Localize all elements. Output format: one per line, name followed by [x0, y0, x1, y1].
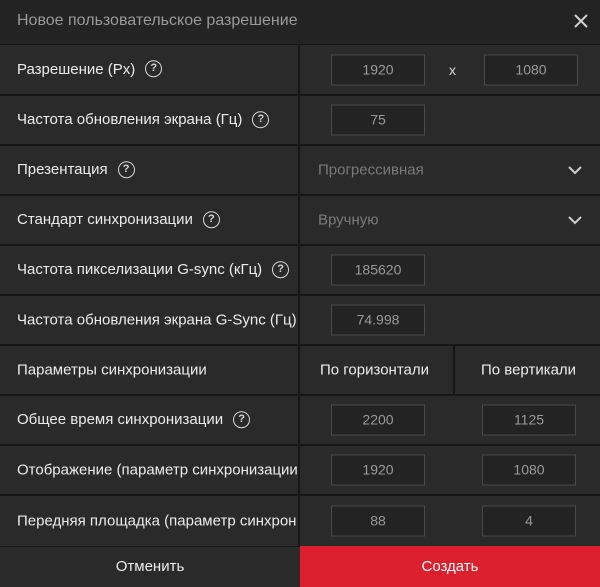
presentation-row: Презентация? Прогрессивная [0, 146, 600, 196]
timing-params-header-row: Параметры синхронизации По горизонтали П… [0, 346, 600, 396]
front-porch-row: Передняя площадка (параметр синхрон 88 4 [0, 496, 600, 546]
timing-standard-value: Вручную [318, 211, 379, 229]
gsync-pixel-clock-input[interactable]: 185620 [331, 254, 425, 286]
custom-resolution-dialog: Новое пользовательское разрешение Разреш… [0, 0, 600, 587]
help-icon[interactable]: ? [117, 160, 135, 178]
dialog-footer: Отменить Создать [0, 546, 600, 587]
gsync-pixel-clock-label: Частота пикселизации G-sync (кГц) [17, 261, 263, 279]
close-icon[interactable] [570, 10, 592, 32]
resolution-row: Разрешение (Px)? 1920 x 1080 [0, 45, 600, 96]
display-vertical-input[interactable]: 1080 [482, 454, 576, 486]
total-timing-vertical-input[interactable]: 1125 [482, 404, 576, 436]
timing-standard-select[interactable]: Вручную [300, 196, 600, 244]
resolution-width-input[interactable]: 1920 [331, 54, 425, 85]
presentation-label: Презентация [17, 161, 108, 179]
help-icon[interactable]: ? [233, 410, 251, 428]
vertical-column-header: По вертикали [481, 361, 577, 379]
cancel-button[interactable]: Отменить [0, 546, 300, 587]
timing-standard-row: Стандарт синхронизации? Вручную [0, 196, 600, 246]
column-divider [453, 346, 455, 394]
help-icon[interactable]: ? [202, 210, 220, 228]
help-icon[interactable]: ? [145, 60, 163, 78]
chevron-down-icon [568, 216, 582, 225]
display-row: Отображение (параметр синхронизации 1920… [0, 446, 600, 496]
total-timing-horizontal-input[interactable]: 2200 [331, 404, 425, 436]
front-porch-horizontal-input[interactable]: 88 [331, 505, 425, 537]
title-bar: Новое пользовательское разрешение [0, 0, 600, 45]
resolution-separator: x [449, 61, 456, 78]
presentation-value: Прогрессивная [318, 161, 424, 179]
help-icon[interactable]: ? [252, 110, 270, 128]
gsync-refresh-rate-input[interactable]: 74.998 [331, 304, 425, 336]
front-porch-vertical-input[interactable]: 4 [482, 505, 576, 537]
help-icon[interactable]: ? [272, 260, 290, 278]
horizontal-column-header: По горизонтали [320, 361, 430, 379]
chevron-down-icon [568, 166, 582, 175]
display-horizontal-input[interactable]: 1920 [331, 454, 425, 486]
refresh-rate-input[interactable]: 75 [331, 104, 425, 136]
timing-params-label: Параметры синхронизации [17, 361, 207, 379]
timing-standard-label: Стандарт синхронизации [17, 211, 193, 229]
total-timing-label: Общее время синхронизации [17, 411, 224, 429]
resolution-height-input[interactable]: 1080 [484, 54, 578, 85]
refresh-rate-row: Частота обновления экрана (Гц)? 75 [0, 96, 600, 146]
dialog-title: Новое пользовательское разрешение [17, 12, 298, 29]
resolution-label: Разрешение (Px) [17, 60, 136, 78]
presentation-select[interactable]: Прогрессивная [300, 146, 600, 194]
front-porch-label: Передняя площадка (параметр синхрон [17, 512, 297, 530]
gsync-refresh-rate-label: Частота обновления экрана G-Sync (Гц) [17, 311, 297, 329]
refresh-rate-label: Частота обновления экрана (Гц) [17, 111, 243, 129]
total-timing-row: Общее время синхронизации? 2200 1125 [0, 396, 600, 446]
gsync-pixel-clock-row: Частота пикселизации G-sync (кГц)? 18562… [0, 246, 600, 296]
gsync-refresh-rate-row: Частота обновления экрана G-Sync (Гц) 74… [0, 296, 600, 346]
create-button[interactable]: Создать [300, 546, 600, 587]
display-label: Отображение (параметр синхронизации [17, 461, 298, 479]
